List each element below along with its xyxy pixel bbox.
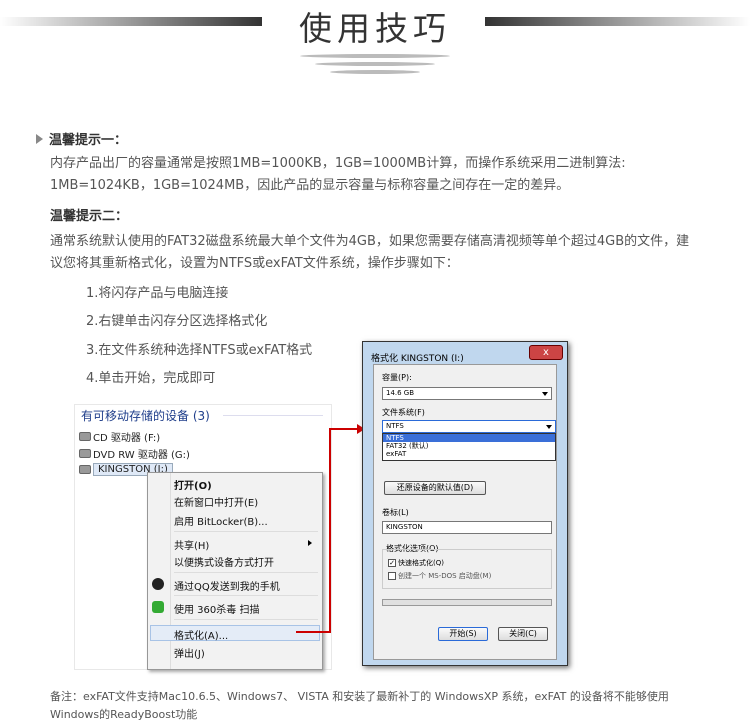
header: 使用技巧 — [0, 0, 750, 90]
menu-item-qq[interactable]: 通过QQ发送到我的手机 — [174, 578, 280, 593]
quick-format-checkbox[interactable]: ✓ 快速格式化(Q) — [388, 558, 444, 568]
pointer-arrow — [296, 631, 331, 633]
qq-icon — [152, 578, 164, 590]
fs-option-ntfs[interactable]: NTFS — [383, 434, 555, 442]
progress-bar — [382, 599, 552, 606]
chevron-down-icon — [546, 425, 552, 429]
menu-item-portable[interactable]: 以便携式设备方式打开 — [174, 554, 274, 569]
menu-separator — [174, 619, 318, 620]
drive-label: DVD RW 驱动器 (G:) — [93, 450, 190, 461]
submenu-arrow-icon — [308, 540, 312, 546]
step-4: 4.单击开始，完成即可 — [86, 371, 216, 386]
volume-input[interactable]: KINGSTON — [382, 521, 552, 534]
decor-swoosh — [315, 62, 435, 66]
msdos-checkbox[interactable]: 创建一个 MS-DOS 启动盘(M) — [388, 571, 491, 581]
tip1-body: 内存产品出厂的容量通常是按照1MB=1000KB，1GB=1000MB计算，而操… — [50, 153, 750, 197]
pointer-arrow — [329, 428, 331, 633]
checkbox-icon — [388, 572, 396, 580]
quick-format-label: 快速格式化(Q) — [398, 559, 444, 567]
shield-icon — [152, 601, 164, 613]
capacity-select[interactable]: 14.6 GB — [382, 387, 552, 400]
close-button[interactable]: x — [529, 345, 563, 360]
tip1-heading: 温馨提示一： — [36, 129, 127, 148]
tip2-heading: 温馨提示二： — [50, 209, 129, 224]
tip2-line2: 议您将其重新格式化，设置为NTFS或exFAT文件系统，操作步骤如下： — [50, 256, 459, 271]
check-icon: ✓ — [388, 559, 396, 567]
dvd-drive-icon — [79, 449, 91, 458]
chevron-down-icon — [542, 392, 548, 396]
decor-swoosh — [300, 54, 450, 58]
menu-item-open[interactable]: 打开(O) — [174, 477, 212, 492]
menu-separator — [174, 531, 318, 532]
dialog-title: 格式化 KINGSTON (I:) — [371, 354, 464, 364]
step-3: 3.在文件系统种选择NTFS或exFAT格式 — [86, 343, 313, 358]
fs-dropdown: NTFS FAT32 (默认) exFAT — [382, 433, 556, 461]
note-line2: Windows的ReadyBoost功能 — [50, 708, 198, 721]
drive-label: CD 驱动器 (F:) — [93, 433, 161, 444]
drive-dvd[interactable]: DVD RW 驱动器 (G:) — [79, 446, 190, 461]
fs-option-fat32[interactable]: FAT32 (默认) — [383, 442, 555, 450]
fs-select[interactable]: NTFS — [382, 420, 556, 433]
tip1-heading-text: 温馨提示一： — [49, 133, 128, 148]
cd-drive-icon — [79, 432, 91, 441]
restore-defaults-button[interactable]: 还原设备的默认值(D) — [384, 481, 486, 495]
divider — [223, 415, 323, 416]
tip1-line1: 内存产品出厂的容量通常是按照1MB=1000KB，1GB=1000MB计算，而操… — [50, 156, 626, 171]
tip2-line1: 通常系统默认使用的FAT32磁盘系统最大单个文件为4GB，如果您需要存储高清视频… — [50, 234, 690, 249]
volume-label: 卷标(L) — [382, 508, 409, 517]
usb-drive-icon — [79, 465, 91, 474]
page-title: 使用技巧 — [299, 9, 451, 48]
devices-heading: 有可移动存储的设备 (3) — [81, 409, 210, 423]
menu-item-open-new-window[interactable]: 在新窗口中打开(E) — [174, 494, 258, 509]
note-line1: 备注：exFAT文件支持Mac10.6.5、Windows7、 VISTA 和安… — [50, 690, 669, 703]
drive-cd[interactable]: CD 驱动器 (F:) — [79, 429, 160, 444]
fs-option-exfat[interactable]: exFAT — [383, 450, 555, 458]
fs-value: NTFS — [386, 422, 404, 430]
capacity-label: 容量(P): — [382, 373, 412, 382]
dialog-close-button[interactable]: 关闭(C) — [498, 627, 548, 641]
context-menu: 打开(O) 在新窗口中打开(E) 启用 BitLocker(B)... 共享(H… — [147, 472, 323, 670]
menu-item-bitlocker[interactable]: 启用 BitLocker(B)... — [174, 513, 268, 528]
start-button[interactable]: 开始(S) — [438, 627, 488, 641]
options-group — [382, 549, 552, 589]
fs-label: 文件系统(F) — [382, 408, 425, 417]
capacity-value: 14.6 GB — [386, 389, 415, 397]
msdos-label: 创建一个 MS-DOS 启动盘(M) — [398, 572, 492, 580]
menu-item-360[interactable]: 使用 360杀毒 扫描 — [174, 601, 259, 616]
menu-separator — [174, 572, 318, 573]
menu-item-eject[interactable]: 弹出(J) — [174, 645, 205, 660]
step-1: 1.将闪存产品与电脑连接 — [86, 286, 229, 301]
menu-item-format[interactable]: 格式化(A)... — [174, 627, 228, 642]
triangle-icon — [36, 134, 43, 144]
decor-swoosh — [330, 70, 420, 74]
step-2: 2.右键单击闪存分区选择格式化 — [86, 314, 268, 329]
pointer-arrow — [329, 428, 359, 430]
menu-item-share[interactable]: 共享(H) — [174, 537, 209, 552]
format-dialog: 格式化 KINGSTON (I:) x 容量(P): 14.6 GB 文件系统(… — [362, 341, 568, 666]
tip1-line2: 1MB=1024KB，1GB=1024MB，因此产品的显示容量与标称容量之间存在… — [50, 178, 570, 193]
dialog-body: 容量(P): 14.6 GB 文件系统(F) NTFS NTFS FAT32 (… — [373, 364, 557, 660]
tip2-body: 通常系统默认使用的FAT32磁盘系统最大单个文件为4GB，如果您需要存储高清视频… — [50, 231, 750, 275]
menu-separator — [174, 595, 318, 596]
